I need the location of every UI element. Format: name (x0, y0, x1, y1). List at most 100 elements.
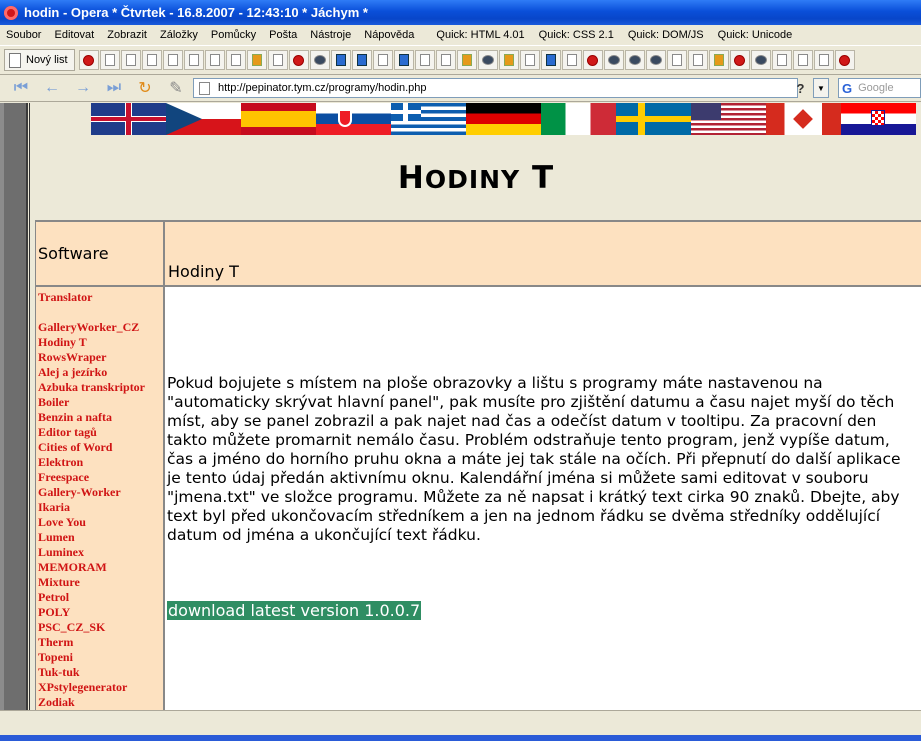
panel-toggle[interactable] (4, 103, 28, 710)
bookmark-g-icon[interactable] (141, 50, 162, 70)
software-link[interactable]: Petrol (38, 590, 163, 605)
bookmark-red-icon[interactable] (834, 50, 855, 70)
edit-icon[interactable]: ✎ (163, 78, 189, 98)
flag-germany-icon[interactable] (466, 103, 541, 135)
bookmark-page-icon[interactable] (99, 50, 120, 70)
menu-pomucky[interactable]: Pomůcky (211, 29, 256, 41)
flag-uk-icon[interactable] (91, 103, 166, 135)
bookmark-page-icon[interactable] (435, 50, 456, 70)
flag-sweden-icon[interactable] (616, 103, 691, 135)
bookmark-target-icon[interactable] (288, 50, 309, 70)
flag-croatia-icon[interactable] (841, 103, 916, 135)
download-link[interactable]: download latest version 1.0.0.7 (167, 601, 422, 620)
menu-posta[interactable]: Pošta (269, 29, 297, 41)
back-icon[interactable]: ⏮ (8, 78, 34, 98)
bookmark-s-icon[interactable] (582, 50, 603, 70)
flag-canada-icon[interactable] (766, 103, 841, 135)
flag-czech-icon[interactable] (166, 103, 241, 135)
bookmark-dark-icon[interactable] (603, 50, 624, 70)
search-input[interactable]: G Google (838, 78, 921, 98)
bookmark-dark-icon[interactable] (477, 50, 498, 70)
flag-usa-icon[interactable] (691, 103, 766, 135)
bookmark-page-icon[interactable] (519, 50, 540, 70)
bookmark-dark-icon[interactable] (750, 50, 771, 70)
bookmark-page-icon[interactable] (225, 50, 246, 70)
software-link[interactable]: Elektron (38, 455, 163, 470)
software-link[interactable]: POLY (38, 605, 163, 620)
quick-css[interactable]: Quick: CSS 2.1 (539, 29, 614, 41)
bookmark-page-icon[interactable] (561, 50, 582, 70)
software-link[interactable]: Alej a jezírko (38, 365, 163, 380)
bookmark-windows-icon[interactable] (456, 50, 477, 70)
flag-slovakia-icon[interactable] (316, 103, 391, 135)
software-link[interactable]: RowsWraper (38, 350, 163, 365)
bookmark-page-icon[interactable] (267, 50, 288, 70)
menu-napoveda[interactable]: Nápověda (364, 29, 414, 41)
software-link[interactable]: GalleryWorker_CZ (38, 320, 163, 335)
flag-spain-icon[interactable] (241, 103, 316, 135)
software-link[interactable]: Lumen (38, 530, 163, 545)
software-link[interactable]: Love You (38, 515, 163, 530)
bookmark-page-icon[interactable] (771, 50, 792, 70)
bookmark-c-icon[interactable] (309, 50, 330, 70)
software-link[interactable]: Luminex (38, 545, 163, 560)
bookmark-red-icon[interactable] (78, 50, 99, 70)
forward-arrow-icon[interactable]: → (70, 78, 96, 98)
software-link[interactable]: Hodiny T (38, 335, 163, 350)
chevron-down-icon[interactable]: ▼ (813, 78, 829, 98)
software-link[interactable]: Azbuka transkriptor (38, 380, 163, 395)
bookmark-page-icon[interactable] (372, 50, 393, 70)
flag-greece-icon[interactable] (391, 103, 466, 135)
help-button[interactable]: ? (790, 78, 811, 98)
bookmark-page-icon[interactable] (666, 50, 687, 70)
quick-domjs[interactable]: Quick: DOM/JS (628, 29, 704, 41)
address-bar[interactable]: http://pepinator.tym.cz/programy/hodin.p… (193, 78, 798, 98)
bookmark-blue-icon[interactable] (351, 50, 372, 70)
new-tab-button[interactable]: Nový list (4, 49, 75, 71)
bookmark-page-icon[interactable] (687, 50, 708, 70)
software-link[interactable]: Editor tagů (38, 425, 163, 440)
bookmark-red-icon[interactable] (729, 50, 750, 70)
bookmark-page-icon[interactable] (120, 50, 141, 70)
bookmark-dark-icon[interactable] (624, 50, 645, 70)
software-link[interactable]: PSC_CZ_SK (38, 620, 163, 635)
software-link[interactable]: Translator (38, 290, 163, 305)
bookmark-blue-icon[interactable] (540, 50, 561, 70)
fast-forward-icon[interactable]: ⏭ (101, 78, 127, 98)
software-link[interactable]: Cities of Word (38, 440, 163, 455)
bookmark-dark-icon[interactable] (645, 50, 666, 70)
software-link[interactable]: Zodiak (38, 695, 163, 710)
menu-zalozky[interactable]: Záložky (160, 29, 198, 41)
flag-italy-icon[interactable] (541, 103, 616, 135)
software-link[interactable]: Freespace (38, 470, 163, 485)
software-link[interactable]: Gallery-Worker (38, 485, 163, 500)
software-link[interactable]: MEMORAM (38, 560, 163, 575)
software-link[interactable]: Therm (38, 635, 163, 650)
bookmark-r-icon[interactable] (498, 50, 519, 70)
software-link[interactable]: Ikaria (38, 500, 163, 515)
bookmark-orange-icon[interactable] (246, 50, 267, 70)
software-link[interactable]: Boiler (38, 395, 163, 410)
quick-unicode[interactable]: Quick: Unicode (718, 29, 793, 41)
reload-icon[interactable]: ↻ (132, 78, 158, 98)
bookmark-page-icon[interactable] (162, 50, 183, 70)
back-arrow-icon[interactable]: ← (39, 78, 65, 98)
quick-html[interactable]: Quick: HTML 4.01 (436, 29, 524, 41)
bookmark-fa-icon[interactable] (708, 50, 729, 70)
software-link[interactable]: XPstylegenerator (38, 680, 163, 695)
menu-nastroje[interactable]: Nástroje (310, 29, 351, 41)
bookmark-page-icon[interactable] (813, 50, 834, 70)
menu-soubor[interactable]: Soubor (6, 29, 41, 41)
menu-editovat[interactable]: Editovat (54, 29, 94, 41)
bookmark-page-icon[interactable] (414, 50, 435, 70)
bookmark-page-icon[interactable] (183, 50, 204, 70)
software-link[interactable]: Benzin a nafta (38, 410, 163, 425)
bookmark-blue-icon[interactable] (330, 50, 351, 70)
bookmark-page-icon[interactable] (204, 50, 225, 70)
bookmark-page-icon[interactable] (792, 50, 813, 70)
software-link[interactable]: Mixture (38, 575, 163, 590)
bookmark-blue-icon[interactable] (393, 50, 414, 70)
software-link[interactable]: Topeni (38, 650, 163, 665)
software-link[interactable]: Tuk-tuk (38, 665, 163, 680)
menu-zobrazit[interactable]: Zobrazit (107, 29, 147, 41)
